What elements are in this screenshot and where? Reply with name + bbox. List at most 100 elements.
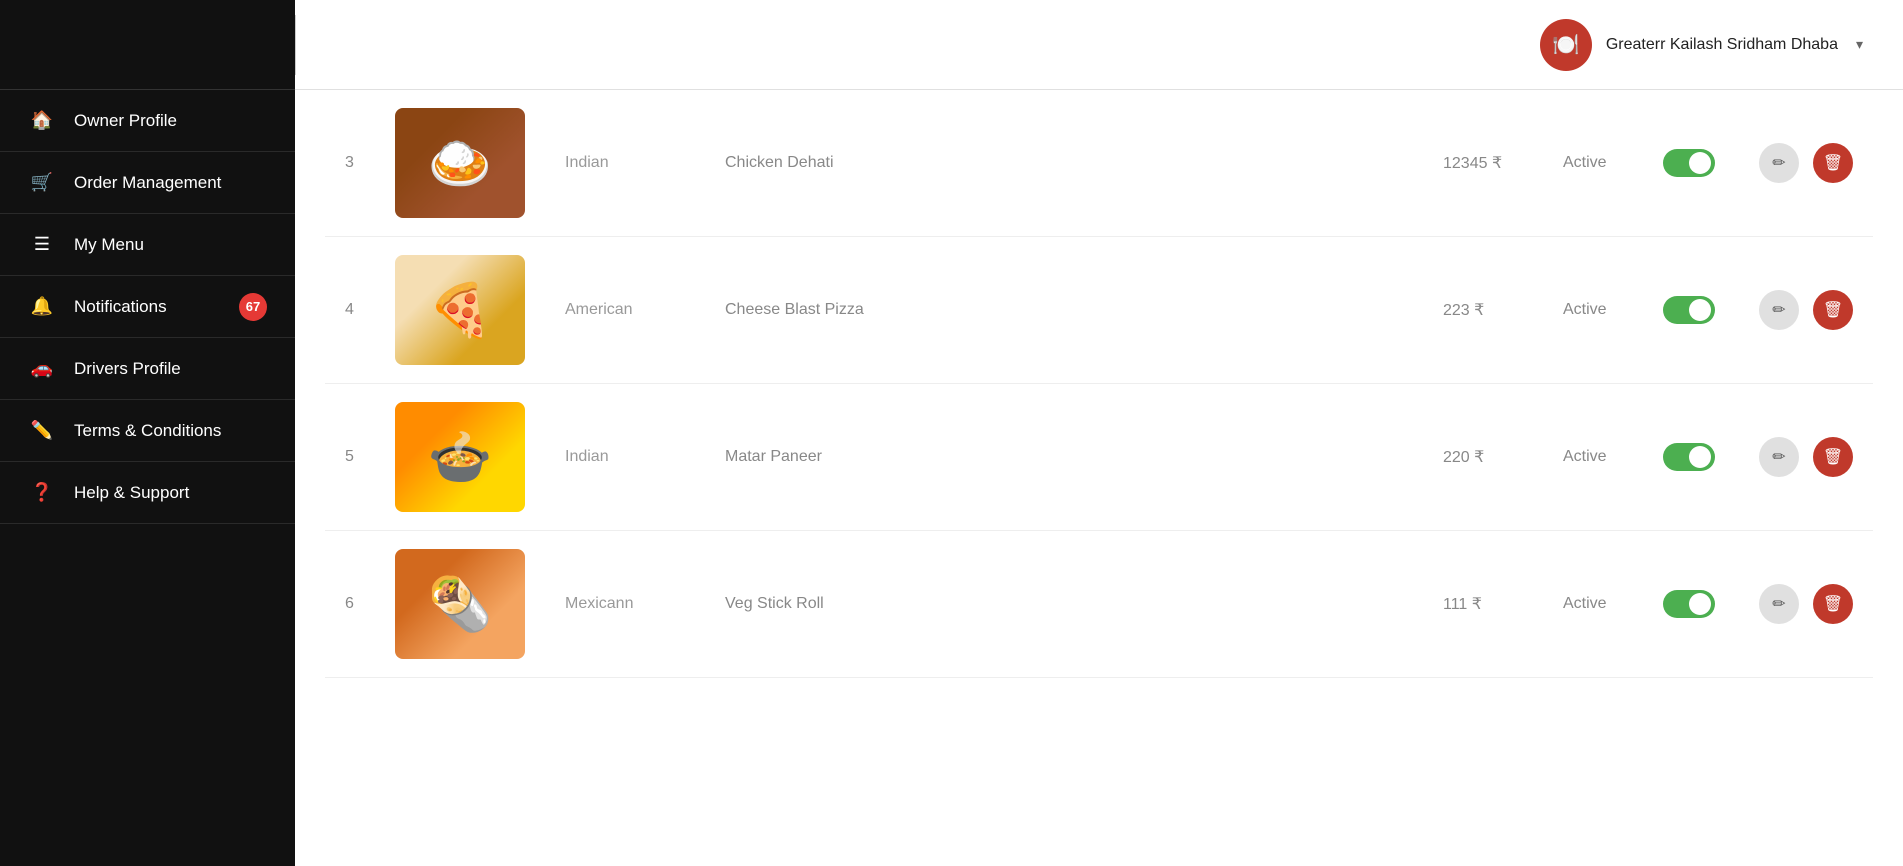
toggle-track [1663,443,1715,471]
sidebar-item-help-support[interactable]: ❓ Help & Support [0,462,295,524]
row-item-name: Cheese Blast Pizza [725,301,1443,319]
row-status: Active [1563,595,1663,613]
toggle-container[interactable] [1663,443,1733,471]
edit-icon: ✏ [1772,153,1785,173]
row-item-name: Chicken Dehati [725,154,1443,172]
sidebar-item-my-menu[interactable]: ☰ My Menu [0,214,295,276]
row-status: Active [1563,448,1663,466]
row-category: Indian [565,448,725,466]
row-actions: ✏🗑 [1733,437,1853,477]
row-category: Indian [565,154,725,172]
food-image: 🍕 [395,255,525,365]
sidebar-item-drivers-profile[interactable]: 🚗 Drivers Profile [0,338,295,400]
delete-button[interactable]: 🗑 [1813,143,1853,183]
table-row: 6🌯MexicannVeg Stick Roll111 ₹Active✏🗑 [325,531,1873,678]
order-management-label: Order Management [74,173,221,193]
terms-conditions-icon: ✏️ [28,420,56,441]
order-management-icon: 🛒 [28,172,56,193]
sidebar-item-terms-conditions[interactable]: ✏️ Terms & Conditions [0,400,295,462]
food-emoji: 🌯 [428,574,493,635]
row-price: 220 ₹ [1443,447,1563,467]
sidebar: 🏠 Owner Profile 🛒 Order Management ☰ My Menu 🔔… [0,0,295,866]
delete-button[interactable]: 🗑 [1813,437,1853,477]
active-toggle[interactable] [1663,296,1715,324]
edit-icon: ✏ [1772,447,1785,467]
drivers-profile-label: Drivers Profile [74,359,181,379]
edit-button[interactable]: ✏ [1759,143,1799,183]
trash-icon: 🗑 [1823,153,1843,173]
row-actions: ✏🗑 [1733,584,1853,624]
toggle-track [1663,149,1715,177]
toggle-container[interactable] [1663,590,1733,618]
chevron-down-icon: ▾ [1856,36,1863,53]
row-status: Active [1563,301,1663,319]
row-category: American [565,301,725,319]
active-toggle[interactable] [1663,443,1715,471]
restaurant-name: Greaterr Kailash Sridham Dhaba [1606,36,1838,54]
notifications-badge: 67 [239,293,267,321]
row-price: 223 ₹ [1443,300,1563,320]
edit-icon: ✏ [1772,594,1785,614]
toggle-container[interactable] [1663,149,1733,177]
trash-icon: 🗑 [1823,447,1843,467]
row-category: Mexicann [565,595,725,613]
edit-icon: ✏ [1772,300,1785,320]
help-support-label: Help & Support [74,483,189,503]
header-profile[interactable]: 🍽️ Greaterr Kailash Sridham Dhaba ▾ [1540,19,1863,71]
row-item-name: Veg Stick Roll [725,595,1443,613]
trash-icon: 🗑 [1823,594,1843,614]
avatar: 🍽️ [1540,19,1592,71]
header: 🍽️ Greaterr Kailash Sridham Dhaba ▾ [295,0,1903,90]
toggle-thumb [1689,299,1711,321]
active-toggle[interactable] [1663,149,1715,177]
food-emoji: 🍕 [428,280,493,341]
sidebar-item-notifications[interactable]: 🔔 Notifications 67 [0,276,295,338]
row-actions: ✏🗑 [1733,143,1853,183]
header-divider [295,15,296,75]
toggle-track [1663,590,1715,618]
sidebar-item-owner-profile[interactable]: 🏠 Owner Profile [0,90,295,152]
main-wrapper: 🍽️ Greaterr Kailash Sridham Dhaba ▾ 3 🍛 In… [295,0,1903,866]
row-status: Active [1563,154,1663,172]
sidebar-item-order-management[interactable]: 🛒 Order Management [0,152,295,214]
row-number: 6 [345,595,395,613]
toggle-track [1663,296,1715,324]
terms-conditions-label: Terms & Conditions [74,421,221,441]
table-row: 4 🍕 AmericanCheese Blast Pizza223 ₹Active ✏… [325,237,1873,384]
owner-profile-label: Owner Profile [74,111,177,131]
delete-button[interactable]: 🗑 [1813,584,1853,624]
delete-button[interactable]: 🗑 [1813,290,1853,330]
active-toggle[interactable] [1663,590,1715,618]
toggle-thumb [1689,152,1711,174]
owner-profile-icon: 🏠 [28,110,56,131]
row-number: 5 [345,448,395,466]
row-number: 3 [345,154,395,172]
edit-button[interactable]: ✏ [1759,437,1799,477]
toggle-thumb [1689,446,1711,468]
food-emoji: 🍛 [428,133,493,194]
row-item-name: Matar Paneer [725,448,1443,466]
menu-table: 3🍛IndianChicken Dehati12345 ₹Active✏🗑4🍕A… [295,90,1903,678]
row-number: 4 [345,301,395,319]
notifications-label: Notifications [74,297,167,317]
toggle-container[interactable] [1663,296,1733,324]
food-image: 🌯 [395,549,525,659]
edit-button[interactable]: ✏ [1759,290,1799,330]
drivers-profile-icon: 🚗 [28,358,56,379]
edit-button[interactable]: ✏ [1759,584,1799,624]
table-row: 3🍛IndianChicken Dehati12345 ₹Active✏🗑 [325,90,1873,237]
my-menu-icon: ☰ [28,234,56,255]
sidebar-navigation: 🏠 Owner Profile 🛒 Order Management ☰ My Menu 🔔… [0,90,295,866]
food-image: 🍛 [395,108,525,218]
row-actions: ✏🗑 [1733,290,1853,330]
toggle-thumb [1689,593,1711,615]
notifications-icon: 🔔 [28,296,56,317]
sidebar-logo [0,0,295,90]
my-menu-label: My Menu [74,235,144,255]
row-price: 111 ₹ [1443,594,1563,614]
table-row: 5🍲IndianMatar Paneer220 ₹Active✏🗑 [325,384,1873,531]
help-support-icon: ❓ [28,482,56,503]
food-image: 🍲 [395,402,525,512]
row-price: 12345 ₹ [1443,153,1563,173]
food-emoji: 🍲 [428,427,493,488]
